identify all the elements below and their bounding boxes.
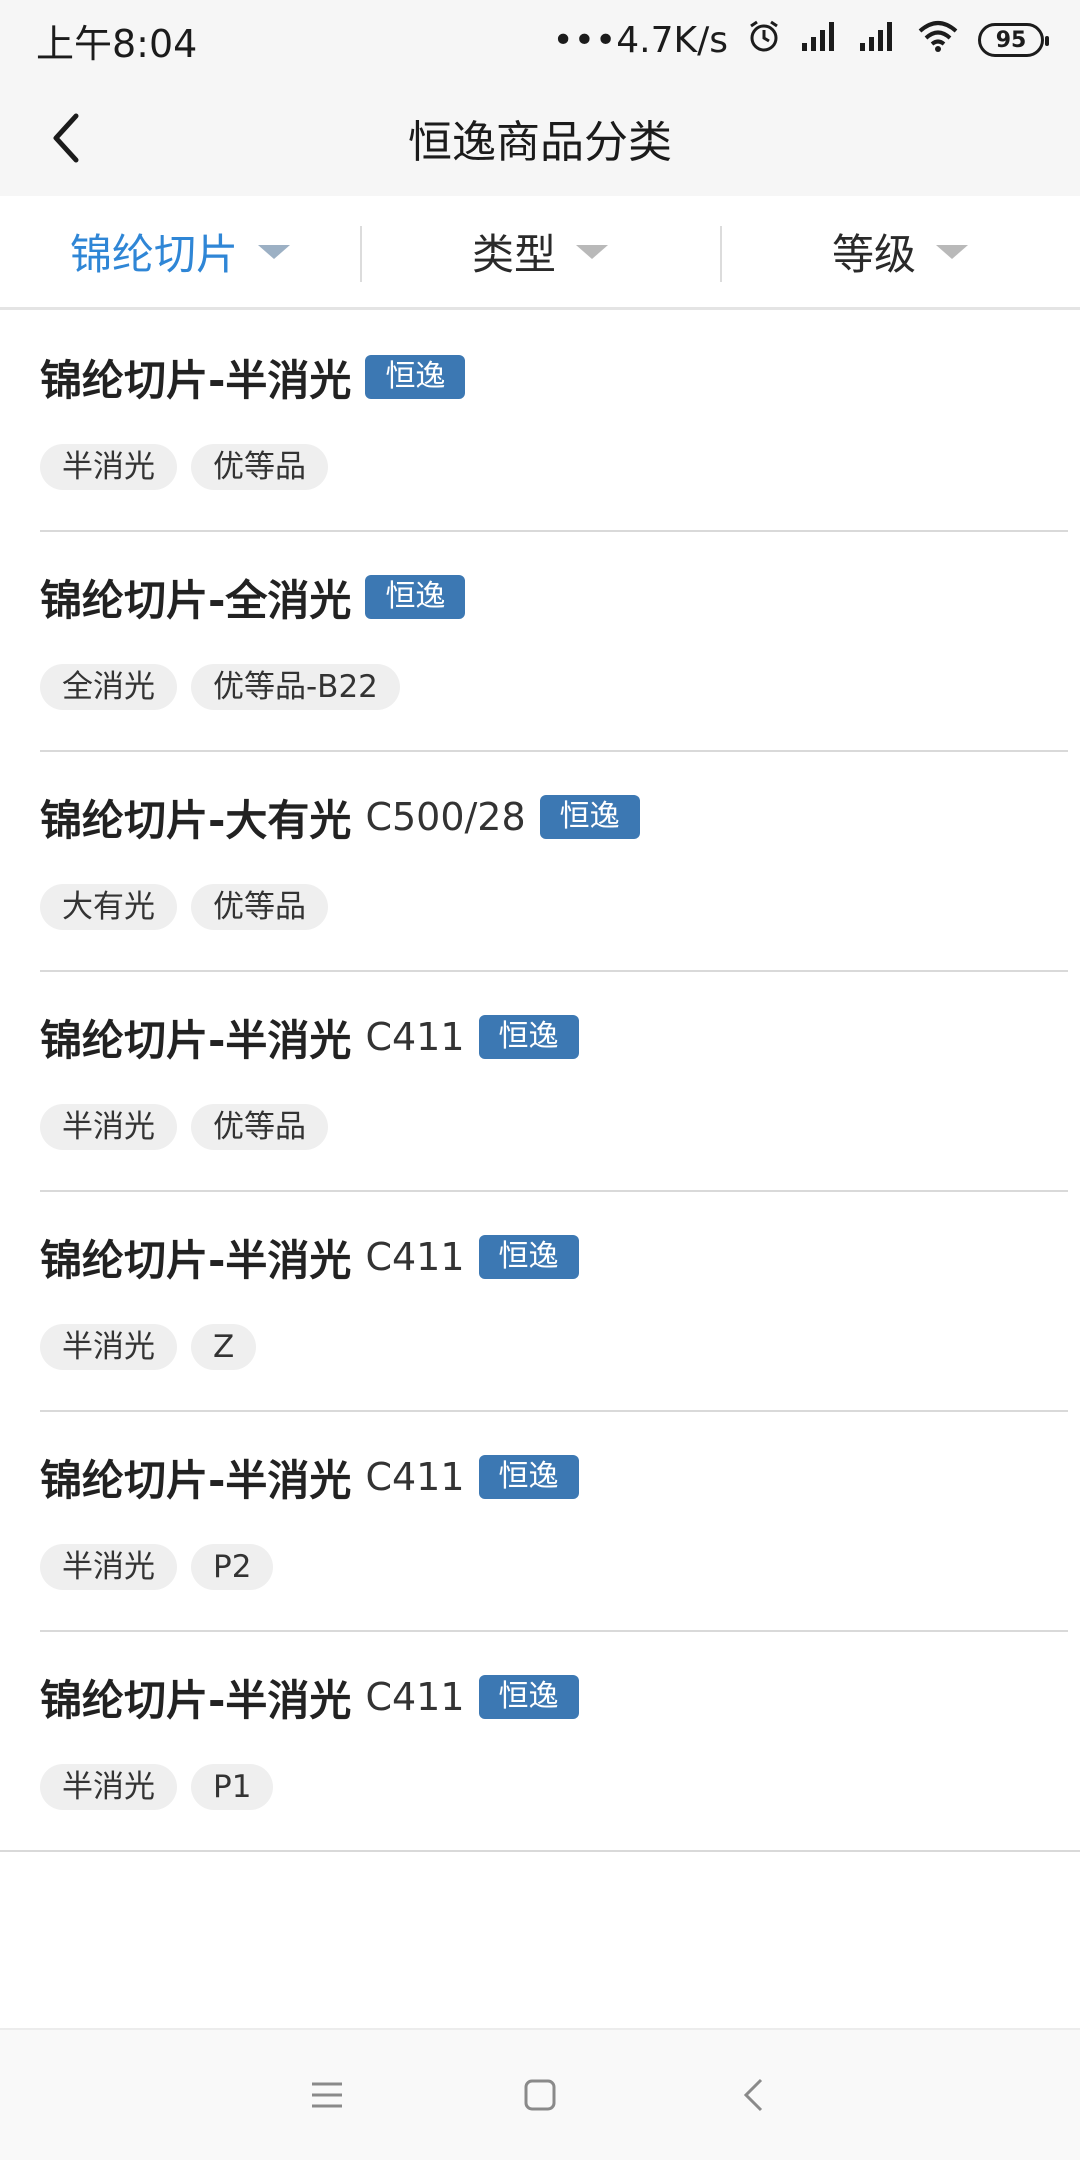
tag: 大有光: [40, 884, 177, 930]
filter-type[interactable]: 类型: [360, 196, 720, 307]
item-title-row: 锦纶切片-半消光 C411 恒逸: [40, 1010, 1068, 1065]
item-model: C411: [365, 1235, 465, 1279]
page-title: 恒逸商品分类: [408, 117, 672, 168]
item-tags: 半消光 P1: [40, 1764, 1080, 1810]
item-title-row: 锦纶切片-全消光 恒逸: [40, 570, 1068, 625]
item-title-row: 锦纶切片-大有光 C500/28 恒逸: [40, 790, 1068, 845]
tag: 半消光: [40, 444, 177, 490]
item-title-row: 锦纶切片-半消光 C411 恒逸: [40, 1450, 1068, 1505]
brand-badge: 恒逸: [478, 1455, 579, 1499]
item-title: 锦纶切片-半消光: [40, 1455, 352, 1505]
list-item[interactable]: 锦纶切片-半消光 C411 恒逸 半消光 Z: [40, 1192, 1068, 1412]
item-tags: 半消光 P2: [40, 1544, 1068, 1590]
caret-down-icon: [258, 244, 290, 259]
item-title: 锦纶切片-半消光: [40, 1675, 352, 1725]
tag: 半消光: [40, 1104, 177, 1150]
tag: 优等品: [191, 444, 328, 490]
back-button[interactable]: [36, 108, 96, 168]
item-model: C411: [365, 1015, 465, 1059]
filter-category[interactable]: 锦纶切片: [0, 196, 360, 307]
alarm-icon: [746, 18, 782, 63]
item-tags: 半消光 优等品: [40, 444, 1068, 490]
menu-icon: [311, 2082, 342, 2108]
brand-badge: 恒逸: [478, 1235, 579, 1279]
item-title-row: 锦纶切片-半消光 C411 恒逸: [40, 1230, 1068, 1285]
tag: 全消光: [40, 664, 177, 710]
item-title: 锦纶切片-半消光: [40, 355, 352, 405]
filter-grade[interactable]: 等级: [720, 196, 1080, 307]
product-list: 锦纶切片-半消光 恒逸 半消光 优等品 锦纶切片-全消光 恒逸 全消光 优等品-…: [0, 312, 1080, 1852]
brand-badge: 恒逸: [478, 1015, 579, 1059]
item-title: 锦纶切片-全消光: [40, 575, 352, 625]
wifi-icon: [916, 18, 960, 62]
tag: P1: [191, 1764, 274, 1810]
tag: 半消光: [40, 1544, 177, 1590]
tag: 半消光: [40, 1764, 177, 1810]
signal-icon: [800, 18, 840, 62]
network-speed: •••4.7K/s: [552, 19, 728, 61]
back-triangle-icon: [744, 2078, 763, 2112]
item-title: 锦纶切片-半消光: [40, 1235, 352, 1285]
item-title: 锦纶切片-半消光: [40, 1015, 352, 1065]
system-nav-bar: [0, 2028, 1080, 2160]
item-title: 锦纶切片-大有光: [40, 795, 352, 845]
chevron-left-icon: [53, 113, 79, 163]
home-button[interactable]: [510, 2065, 570, 2125]
item-tags: 大有光 优等品: [40, 884, 1068, 930]
status-bar: 上午8:04 •••4.7K/s 95: [0, 0, 1080, 80]
item-title-row: 锦纶切片-半消光 C411 恒逸: [40, 1670, 1080, 1725]
caret-down-icon: [576, 244, 608, 259]
battery-indicator: 95: [978, 23, 1049, 57]
home-square-icon: [524, 2079, 556, 2111]
app-screen: 上午8:04 •••4.7K/s 95 恒逸商品分类 锦纶切片 类型 等级 锦纶…: [0, 0, 1080, 2160]
status-time: 上午8:04: [36, 21, 198, 66]
signal-icon: [858, 18, 898, 62]
list-item[interactable]: 锦纶切片-半消光 C411 恒逸 半消光 优等品: [40, 972, 1068, 1192]
tag: 优等品: [191, 884, 328, 930]
tag: 优等品-B22: [191, 664, 400, 710]
tag: P2: [191, 1544, 274, 1590]
filter-bar: 锦纶切片 类型 等级: [0, 196, 1080, 310]
list-item[interactable]: 锦纶切片-半消光 C411 恒逸 半消光 P2: [40, 1412, 1068, 1632]
list-item[interactable]: 锦纶切片-全消光 恒逸 全消光 优等品-B22: [40, 532, 1068, 752]
menu-button[interactable]: [297, 2065, 357, 2125]
tag: Z: [191, 1324, 257, 1370]
item-model: C411: [365, 1675, 465, 1719]
brand-badge: 恒逸: [365, 575, 466, 619]
system-back-button[interactable]: [723, 2065, 783, 2125]
list-item[interactable]: 锦纶切片-半消光 恒逸 半消光 优等品: [40, 312, 1068, 532]
filter-label: 锦纶切片: [69, 230, 238, 279]
status-icons: •••4.7K/s 95: [552, 18, 1049, 63]
brand-badge: 恒逸: [478, 1675, 579, 1719]
item-tags: 全消光 优等品-B22: [40, 664, 1068, 710]
item-model: C500/28: [365, 795, 526, 839]
list-item[interactable]: 锦纶切片-半消光 C411 恒逸 半消光 P1: [0, 1632, 1080, 1852]
item-tags: 半消光 优等品: [40, 1104, 1068, 1150]
list-item[interactable]: 锦纶切片-大有光 C500/28 恒逸 大有光 优等品: [40, 752, 1068, 972]
caret-down-icon: [936, 244, 968, 259]
brand-badge: 恒逸: [365, 355, 466, 399]
filter-label: 等级: [831, 230, 916, 279]
item-tags: 半消光 Z: [40, 1324, 1068, 1370]
filter-label: 类型: [471, 230, 556, 279]
tag: 半消光: [40, 1324, 177, 1370]
brand-badge: 恒逸: [539, 795, 640, 839]
nav-bar: 恒逸商品分类: [0, 80, 1080, 196]
item-model: C411: [365, 1455, 465, 1499]
item-title-row: 锦纶切片-半消光 恒逸: [40, 350, 1068, 405]
tag: 优等品: [191, 1104, 328, 1150]
